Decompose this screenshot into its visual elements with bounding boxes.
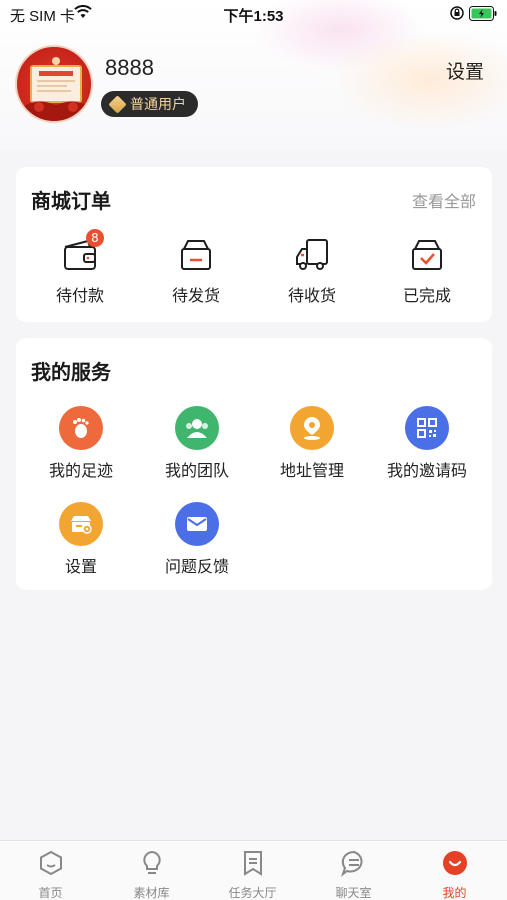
order-label: 已完成 xyxy=(402,286,451,305)
battery-icon xyxy=(469,6,497,21)
tab-label: 素材库 xyxy=(133,886,170,900)
footprint-icon xyxy=(59,406,103,450)
tab-label: 首页 xyxy=(38,886,63,900)
service-label: 我的团队 xyxy=(164,461,229,480)
profile-icon xyxy=(442,851,467,875)
chat-icon xyxy=(340,850,363,877)
order-label: 待付款 xyxy=(55,286,104,305)
services-title: 我的服务 xyxy=(31,360,111,384)
orientation-lock-icon xyxy=(450,6,464,20)
tab-materials[interactable]: 素材库 xyxy=(101,849,202,900)
home-icon xyxy=(39,850,62,876)
service-label: 地址管理 xyxy=(279,461,344,480)
username: 8888 xyxy=(105,55,154,80)
tab-home[interactable]: 首页 xyxy=(0,849,101,900)
services-card: 我的服务 我的足迹 我的团队 地址管理 我的邀请码 设置 问题反馈 xyxy=(16,338,492,590)
order-pending-shipment[interactable]: 待发货 xyxy=(146,235,246,306)
bottom-tab-bar: 首页 素材库 任务大厅 聊天室 我的 xyxy=(0,840,507,900)
member-level-badge: 普通用户 xyxy=(101,91,198,117)
truck-icon xyxy=(296,239,328,270)
service-feedback[interactable]: 问题反馈 xyxy=(138,502,256,577)
tab-tasks[interactable]: 任务大厅 xyxy=(202,849,303,900)
box-check-icon xyxy=(412,240,442,270)
service-team[interactable]: 我的团队 xyxy=(138,406,256,481)
order-completed[interactable]: 已完成 xyxy=(377,235,477,306)
settings-link[interactable]: 设置 xyxy=(446,57,484,84)
service-label: 设置 xyxy=(64,557,97,576)
box-icon xyxy=(181,240,211,270)
status-time: 下午1:53 xyxy=(223,8,284,25)
service-invite-code[interactable]: 我的邀请码 xyxy=(368,406,486,481)
qrcode-icon xyxy=(405,406,449,450)
location-icon xyxy=(290,406,334,450)
service-label: 我的足迹 xyxy=(48,461,113,480)
service-label: 问题反馈 xyxy=(164,557,229,576)
mail-icon xyxy=(175,502,219,546)
pending-payment-count: 8 xyxy=(86,229,104,247)
service-footprint[interactable]: 我的足迹 xyxy=(22,406,140,481)
bulb-icon xyxy=(142,850,161,874)
tab-label: 我的 xyxy=(442,886,467,900)
service-label: 我的邀请码 xyxy=(386,461,467,480)
service-settings[interactable]: 设置 xyxy=(22,502,140,577)
view-all-orders-link[interactable]: 查看全部 xyxy=(412,188,476,212)
team-icon xyxy=(175,406,219,450)
tab-label: 任务大厅 xyxy=(228,886,277,900)
orders-title: 商城订单 xyxy=(31,189,111,213)
order-label: 待收货 xyxy=(287,286,336,305)
status-bar: 无 SIM 卡 下午1:53 xyxy=(0,0,507,28)
order-label: 待发货 xyxy=(171,286,220,305)
avatar[interactable] xyxy=(15,45,93,123)
orders-card: 商城订单 查看全部 8 待付款 待发货 待收货 已完成 xyxy=(16,167,492,322)
diamond-icon xyxy=(108,94,127,114)
service-address[interactable]: 地址管理 xyxy=(253,406,371,481)
member-level-label: 普通用户 xyxy=(130,97,186,113)
tab-mine[interactable]: 我的 xyxy=(404,849,505,900)
settings-icon xyxy=(59,502,103,546)
order-pending-receipt[interactable]: 待收货 xyxy=(262,235,362,306)
order-pending-payment[interactable]: 8 待付款 xyxy=(30,229,130,306)
tab-label: 聊天室 xyxy=(335,886,372,900)
tab-chat[interactable]: 聊天室 xyxy=(303,849,404,900)
bookmark-icon xyxy=(243,851,262,876)
